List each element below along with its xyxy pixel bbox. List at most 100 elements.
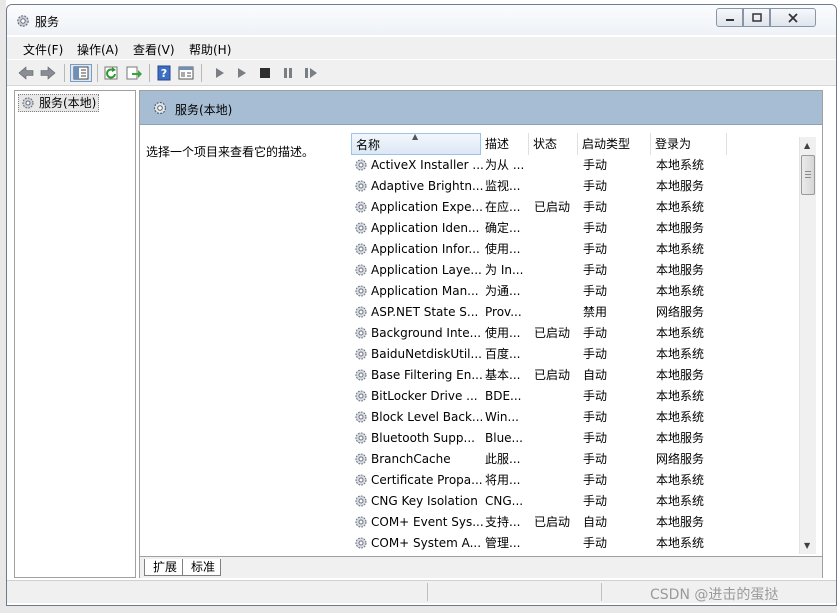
service-startup-type: 手动: [583, 326, 608, 340]
start-service-button-2[interactable]: [233, 64, 251, 82]
table-row[interactable]: Application Iden... 确定... 手动 本地服务: [351, 218, 810, 239]
gear-icon: [17, 15, 29, 27]
service-description: 支持...: [485, 515, 521, 529]
scrollbar-thumb[interactable]: [801, 155, 815, 195]
table-row[interactable]: Base Filtering En... 基本... 已启动 自动 本地服务: [351, 365, 810, 386]
service-gear-icon: [355, 516, 367, 528]
table-row[interactable]: CNG Key Isolation CNG... 手动 本地系统: [351, 491, 810, 512]
menu-view[interactable]: 查看(V): [133, 41, 175, 58]
back-button[interactable]: [17, 64, 35, 82]
details-header-title: 服务(本地): [175, 103, 233, 117]
table-row[interactable]: Bluetooth Supp... Blue... 手动 本地服务: [351, 428, 810, 449]
menu-action[interactable]: 操作(A): [77, 41, 119, 58]
table-row[interactable]: ActiveX Installer ... 为从 ... 手动 本地系统: [351, 155, 810, 176]
svg-text:?: ?: [161, 67, 167, 80]
scroll-down-icon[interactable]: ▼: [804, 541, 810, 550]
service-gear-icon: [355, 390, 367, 402]
table-row[interactable]: COM+ Event Sys... 支持... 已启动 自动 本地服务: [351, 512, 810, 533]
service-logon-as: 本地服务: [656, 263, 705, 277]
service-gear-icon: [355, 432, 367, 444]
service-description: 基本...: [485, 368, 521, 382]
service-name: Background Inte...: [371, 326, 482, 340]
service-startup-type: 手动: [583, 158, 608, 172]
pause-service-button[interactable]: [279, 64, 297, 82]
service-gear-icon: [355, 537, 367, 549]
title-bar[interactable]: 服务: [7, 5, 836, 35]
scroll-up-icon[interactable]: ▲: [804, 141, 810, 150]
vertical-scrollbar[interactable]: ▲ ▼: [799, 137, 816, 554]
service-gear-icon: [355, 180, 367, 192]
service-gear-icon: [355, 348, 367, 360]
show-hide-tree-button[interactable]: [70, 64, 92, 82]
toolbar-separator: [97, 64, 98, 82]
properties-button[interactable]: [177, 64, 195, 82]
table-row[interactable]: COM+ System A... 管理... 手动 本地系统: [351, 533, 810, 554]
column-header-logon-as[interactable]: 登录为: [651, 133, 727, 155]
tree-item-label: 服务(本地): [39, 96, 97, 110]
toolbar-separator: [149, 64, 150, 82]
table-row[interactable]: Application Laye... 为 In... 手动 本地服务: [351, 260, 810, 281]
column-header-status[interactable]: 状态: [529, 133, 578, 155]
service-status: [534, 491, 580, 512]
maximize-icon: [751, 12, 762, 22]
service-gear-icon: [355, 369, 367, 381]
table-row[interactable]: BitLocker Drive ... BDE... 手动 本地系统: [351, 386, 810, 407]
tree-item-services-local[interactable]: 服务(本地): [18, 94, 100, 112]
service-name: BaiduNetdiskUtil...: [371, 347, 482, 361]
service-description: 此服...: [485, 452, 521, 466]
service-startup-type: 手动: [583, 263, 608, 277]
service-startup-type: 手动: [583, 410, 608, 424]
service-status: 已启动: [534, 515, 571, 529]
menu-help[interactable]: 帮助(H): [189, 41, 231, 58]
column-header-startup-type[interactable]: 启动类型: [578, 133, 651, 155]
service-status: 已启动: [534, 368, 571, 382]
close-button[interactable]: [770, 8, 816, 27]
table-row[interactable]: Application Expe... 在应... 已启动 手动 本地系统: [351, 197, 810, 218]
stop-service-button[interactable]: [256, 64, 274, 82]
service-logon-as: 本地服务: [656, 515, 705, 529]
table-row[interactable]: Application Man... 为通... 手动 本地系统: [351, 281, 810, 302]
service-name: Base Filtering En...: [371, 368, 483, 382]
service-status: [534, 407, 580, 428]
service-logon-as: 本地系统: [656, 200, 705, 214]
service-description: 将用...: [485, 473, 521, 487]
service-status: [534, 533, 580, 554]
resume-service-button[interactable]: [302, 64, 320, 82]
stop-service-icon: [260, 68, 270, 78]
service-name: Bluetooth Supp...: [371, 431, 475, 445]
table-row[interactable]: Background Inte... 使用... 已启动 手动 本地系统: [351, 323, 810, 344]
show-hide-tree-icon: [73, 66, 89, 80]
status-divider: [601, 583, 602, 601]
service-gear-icon: [355, 243, 367, 255]
table-row[interactable]: Adaptive Brightn... 监视... 手动 本地服务: [351, 176, 810, 197]
service-name: Application Expe...: [371, 200, 483, 214]
service-logon-as: 网络服务: [656, 452, 705, 466]
forward-button[interactable]: [39, 64, 57, 82]
service-gear-icon: [355, 411, 367, 423]
export-list-button[interactable]: [125, 64, 143, 82]
table-row[interactable]: BaiduNetdiskUtil... 百度... 手动 本地系统: [351, 344, 810, 365]
service-logon-as: 本地服务: [656, 221, 705, 235]
tab-standard[interactable]: 标准: [182, 559, 222, 576]
maximize-button[interactable]: [743, 8, 770, 27]
start-service-button[interactable]: [211, 64, 229, 82]
service-description: 在应...: [485, 200, 521, 214]
tab-extended[interactable]: 扩展: [144, 559, 184, 576]
service-description: 管理...: [485, 536, 521, 550]
help-button[interactable]: ?: [155, 64, 173, 82]
table-row[interactable]: Certificate Propa... 将用... 手动 本地系统: [351, 470, 810, 491]
service-startup-type: 手动: [583, 473, 608, 487]
service-description: 为从 ...: [485, 158, 525, 172]
service-startup-type: 自动: [583, 368, 608, 382]
table-row[interactable]: BranchCache 此服... 手动 网络服务: [351, 449, 810, 470]
table-row[interactable]: ASP.NET State S... Prov... 禁用 网络服务: [351, 302, 810, 323]
column-header-name[interactable]: ▲ 名称: [351, 132, 481, 155]
service-startup-type: 自动: [583, 515, 608, 529]
minimize-button[interactable]: [716, 8, 743, 27]
refresh-button[interactable]: [103, 64, 121, 82]
table-row[interactable]: Block Level Back... Win... 手动 本地系统: [351, 407, 810, 428]
column-header-description[interactable]: 描述: [481, 133, 529, 155]
table-row[interactable]: Application Infor... 使用... 手动 本地系统: [351, 239, 810, 260]
service-status: [534, 155, 580, 176]
menu-file[interactable]: 文件(F): [23, 41, 63, 58]
